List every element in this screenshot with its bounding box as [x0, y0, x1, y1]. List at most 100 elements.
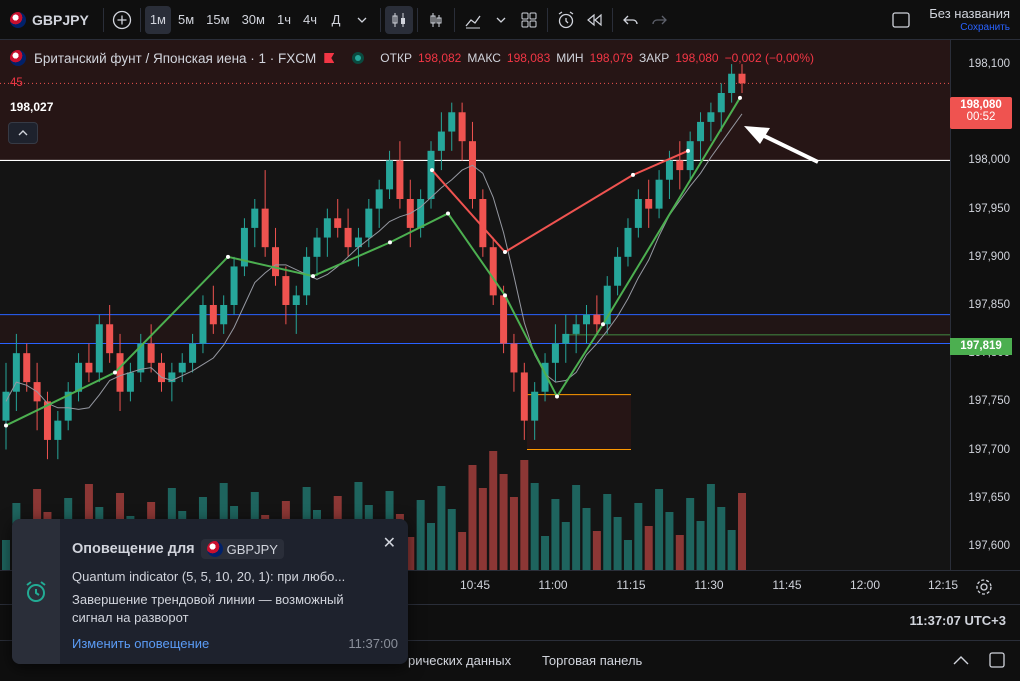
undo-icon[interactable]	[617, 6, 645, 34]
legend-title: Британский фунт / Японская иена · 1 · FX…	[34, 50, 317, 66]
volume-bar	[427, 523, 436, 570]
zigzag-pivot	[113, 370, 117, 375]
volume-bar	[717, 507, 726, 570]
candle-body	[676, 160, 684, 171]
interval-button[interactable]: 15м	[201, 6, 234, 34]
volume-bar	[634, 503, 643, 570]
zigzag-pivot	[388, 240, 392, 245]
price-tick-label: 197,600	[968, 539, 1010, 552]
ohlc-values: ОТКР 198,082 МАКС 198,083 МИН 198,079 ЗАКР 1…	[380, 51, 814, 65]
fullscreen-icon[interactable]	[887, 6, 915, 34]
indicator-value: 45	[10, 77, 23, 89]
candle-body	[417, 199, 425, 228]
interval-button[interactable]: 1ч	[272, 6, 296, 34]
zigzag-pivot	[503, 293, 507, 298]
volume-bar	[551, 499, 560, 570]
price-tick-label: 198,000	[968, 154, 1010, 167]
interval-button[interactable]: 5м	[173, 6, 199, 34]
low-label: МИН	[556, 51, 584, 65]
candle-body	[116, 353, 124, 392]
candle-body	[157, 362, 165, 383]
current-price-badge: 198,080 00:52	[950, 97, 1012, 129]
toolbar-divider	[417, 7, 418, 32]
tab-trading-panel[interactable]: Торговая панель	[542, 653, 642, 668]
price-tick-label: 197,950	[968, 202, 1010, 215]
time-tick-label: 11:30	[694, 578, 724, 592]
layout-name: Без названия	[929, 6, 1010, 21]
candle-body	[437, 131, 445, 151]
candle-body	[344, 227, 352, 248]
layout-name-button[interactable]: Без названия Сохранить	[929, 7, 1010, 33]
candle-body	[282, 276, 290, 305]
indicators-chevron-icon[interactable]	[487, 6, 515, 34]
alert-title-text: Оповещение для	[72, 541, 195, 557]
zigzag-pivot	[738, 95, 742, 100]
interval-button[interactable]: Д	[324, 6, 348, 34]
close-label: ЗАКР	[638, 51, 670, 65]
volume-bar	[582, 508, 591, 570]
volume-bar	[706, 484, 715, 570]
time-tick-label: 11:15	[616, 578, 646, 592]
compare-add-icon[interactable]	[108, 6, 136, 34]
interval-button[interactable]: 30м	[237, 6, 270, 34]
price-tick-label: 197,650	[968, 491, 1010, 504]
candle-body	[261, 208, 269, 248]
candles-style-icon[interactable]	[385, 5, 413, 34]
tab-history[interactable]: рических данных	[408, 653, 511, 668]
candle-body	[583, 314, 591, 325]
open-label: ОТКР	[380, 51, 412, 65]
price-tick-label: 197,750	[968, 395, 1010, 408]
interval-button[interactable]: 1м	[144, 5, 171, 34]
open-value: 198,082	[417, 51, 462, 65]
candle-body	[313, 237, 321, 257]
close-icon[interactable]: ✕	[383, 533, 396, 553]
indicators-icon[interactable]	[459, 6, 487, 34]
candle-body	[645, 199, 653, 209]
chart-settings-gear-icon[interactable]	[974, 577, 994, 602]
time-tick-label: 11:00	[538, 578, 568, 592]
volume-bar	[530, 483, 539, 570]
candle-body	[251, 208, 259, 228]
chart-pane[interactable]	[0, 40, 950, 570]
alert-toast: Оповещение для GBPJPY ✕ Quantum indicato…	[12, 519, 408, 664]
alert-clock-icon[interactable]	[552, 6, 580, 34]
candle-body	[448, 112, 456, 132]
volume-bar	[478, 488, 487, 570]
replay-icon[interactable]	[580, 6, 608, 34]
layout-save-label: Сохранить	[960, 22, 1010, 33]
channel-zone	[0, 314, 950, 344]
candle-body	[230, 266, 238, 305]
range-box	[527, 394, 631, 450]
chart-legend: Британский фунт / Японская иена · 1 · FX…	[10, 50, 814, 66]
volume-bar	[738, 493, 746, 570]
candle-body	[686, 141, 694, 171]
market-status-icon	[352, 52, 365, 64]
expand-panel-chevron-icon[interactable]	[952, 653, 970, 674]
candle-body	[551, 343, 559, 363]
gbpjpy-flag-icon	[206, 541, 223, 557]
maximize-panel-icon[interactable]	[988, 651, 1006, 674]
zigzag-pivot	[4, 423, 8, 428]
bars-style-icon[interactable]	[422, 6, 450, 34]
edit-alert-link[interactable]: Изменить оповещение	[72, 636, 209, 651]
flag-marker-icon	[324, 53, 335, 63]
interval-button[interactable]: 4ч	[298, 6, 322, 34]
layouts-grid-icon[interactable]	[515, 6, 543, 34]
candle-body	[189, 343, 197, 363]
zigzag-pivot	[686, 148, 690, 153]
symbol-search[interactable]: GBPJPY	[0, 0, 99, 40]
timezone-clock[interactable]: 11:37:07 UTC+3	[910, 613, 1006, 628]
volume-bar	[613, 517, 622, 570]
zigzag-pivot	[631, 172, 635, 177]
candle-body	[375, 189, 383, 209]
candle-body	[323, 218, 331, 238]
top-toolbar: GBPJPY 1м 5м 15м 30м 1ч 4ч Д Без названи…	[0, 0, 1020, 40]
volume-bar	[686, 498, 695, 570]
collapse-legend-button[interactable]	[8, 122, 38, 144]
redo-icon[interactable]	[645, 6, 673, 34]
interval-dropdown-chevron-icon[interactable]	[348, 6, 376, 34]
candle-body	[209, 305, 217, 325]
alert-message-line1: Завершение трендовой линии — возможный	[72, 592, 344, 607]
candle-body	[106, 324, 114, 354]
symbol-label: GBPJPY	[32, 11, 89, 28]
